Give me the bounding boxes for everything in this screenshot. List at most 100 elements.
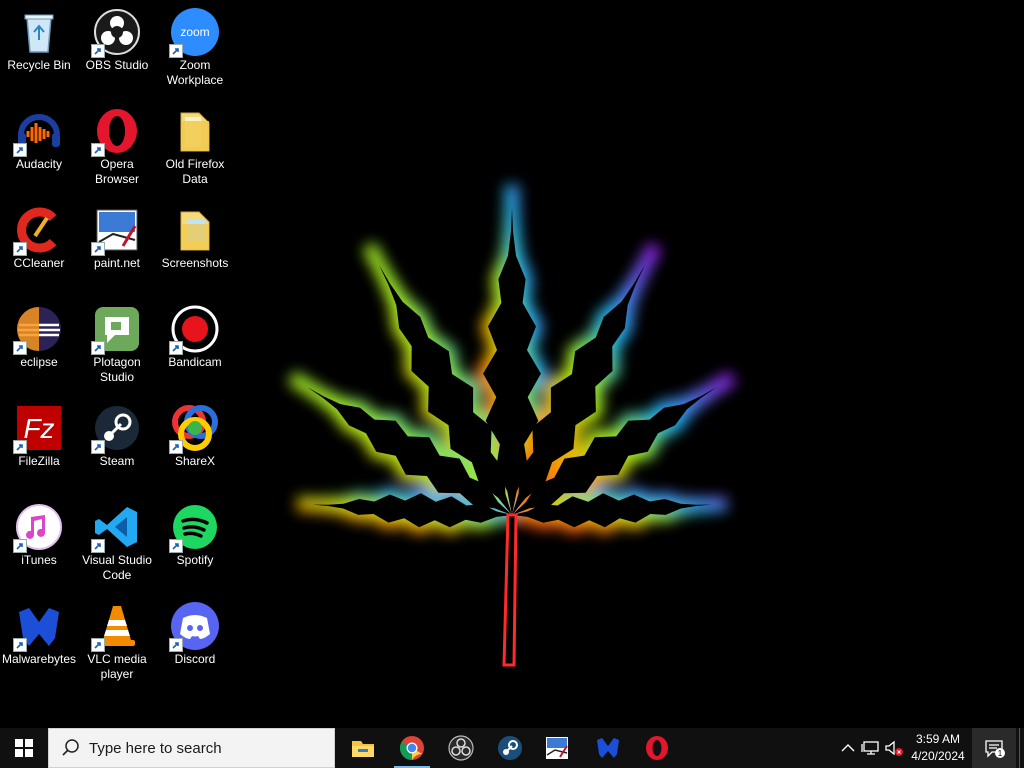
desktop-icon-bandicam[interactable]: Bandicam	[156, 299, 234, 370]
taskbar-malwarebytes[interactable]	[584, 728, 632, 768]
desktop-icon-label: OBS Studio	[85, 58, 149, 72]
shortcut-arrow-icon	[169, 539, 183, 553]
file-explorer-icon	[352, 741, 374, 757]
search-placeholder: Type here to search	[89, 739, 222, 757]
desktop-icon-label: FileZilla	[18, 454, 60, 468]
taskbar-paint-net[interactable]	[533, 728, 581, 768]
clock-time: 3:59 AM	[915, 732, 961, 746]
sharex-icon	[169, 404, 219, 454]
desktop-icon-recycle-bin[interactable]: Recycle Bin	[0, 2, 78, 73]
vscode-icon	[91, 503, 141, 553]
obs-studio-icon	[448, 735, 474, 761]
volume-muted-icon[interactable]	[884, 738, 904, 758]
folder-icon	[171, 206, 219, 254]
filezilla-icon: Fz	[13, 404, 63, 454]
taskbar-clock[interactable]: 3:59 AM 4/20/2024	[906, 728, 970, 768]
desktop-icon-label: eclipse	[20, 355, 58, 369]
desktop-icon-label: Spotify	[176, 553, 214, 567]
desktop-icon-paint-net[interactable]: paint.net	[78, 200, 156, 271]
shortcut-arrow-icon	[13, 440, 27, 454]
itunes-icon	[13, 503, 63, 553]
plotagon-icon	[91, 305, 141, 355]
desktop-icon-label: Opera Browser	[94, 157, 139, 186]
desktop-icon-label: Visual Studio Code	[82, 553, 152, 582]
shortcut-arrow-icon	[91, 341, 105, 355]
desktop-icon-label: Screenshots	[161, 256, 229, 270]
obs-studio-icon	[91, 8, 141, 58]
folder-icon	[171, 107, 219, 155]
desktop-icon-steam[interactable]: Steam	[78, 398, 156, 469]
notification-icon: 1	[985, 740, 1005, 758]
eclipse-icon	[13, 305, 63, 355]
audacity-icon	[13, 107, 63, 157]
network-icon[interactable]	[861, 738, 881, 758]
desktop-icon-screenshots[interactable]: Screenshots	[156, 200, 234, 271]
desktop[interactable]: Recycle Bin OBS Studio zoom Zoom Workpla…	[0, 0, 1024, 728]
desktop-icon-plotagon-studio[interactable]: Plotagon Studio	[78, 299, 156, 385]
discord-icon	[169, 602, 219, 652]
action-center-button[interactable]: 1	[972, 728, 1016, 768]
shortcut-arrow-icon	[13, 242, 27, 256]
shortcut-arrow-icon	[169, 341, 183, 355]
desktop-icon-label: Zoom Workplace	[166, 58, 224, 87]
paint-net-icon	[91, 206, 141, 256]
desktop-icon-label: Malwarebytes	[1, 652, 77, 666]
desktop-icon-spotify[interactable]: Spotify	[156, 497, 234, 568]
desktop-icon-label: Audacity	[15, 157, 63, 171]
desktop-icon-opera[interactable]: Opera Browser	[78, 101, 156, 187]
desktop-icon-label: paint.net	[93, 256, 141, 270]
shortcut-arrow-icon	[91, 638, 105, 652]
shortcut-arrow-icon	[91, 143, 105, 157]
desktop-icon-label: Steam	[99, 454, 135, 468]
svg-text:zoom: zoom	[180, 25, 209, 39]
ccleaner-icon	[13, 206, 63, 256]
svg-text:Fz: Fz	[23, 413, 54, 444]
taskbar-chrome[interactable]	[388, 728, 436, 768]
desktop-icon-sharex[interactable]: ShareX	[156, 398, 234, 469]
notification-count: 1	[998, 749, 1003, 758]
desktop-icon-itunes[interactable]: iTunes	[0, 497, 78, 568]
show-desktop-button[interactable]	[1019, 728, 1024, 768]
opera-icon	[91, 107, 141, 157]
desktop-icon-label: Old Firefox Data	[165, 157, 225, 186]
malwarebytes-icon	[13, 602, 63, 652]
desktop-icon-label: CCleaner	[13, 256, 65, 270]
shortcut-arrow-icon	[91, 242, 105, 256]
taskbar-opera[interactable]	[633, 728, 681, 768]
taskbar-obs-studio[interactable]	[437, 728, 485, 768]
start-button[interactable]	[0, 728, 48, 768]
desktop-icon-label: VLC media player	[87, 652, 147, 681]
desktop-icon-label: Recycle Bin	[7, 58, 71, 72]
desktop-icon-eclipse[interactable]: eclipse	[0, 299, 78, 370]
desktop-icon-vscode[interactable]: Visual Studio Code	[78, 497, 156, 583]
desktop-icon-label: iTunes	[21, 553, 57, 567]
shortcut-arrow-icon	[169, 44, 183, 58]
paint-net-icon	[546, 737, 568, 759]
desktop-icon-filezilla[interactable]: Fz FileZilla	[0, 398, 78, 469]
spotify-icon	[169, 503, 219, 553]
shortcut-arrow-icon	[13, 341, 27, 355]
desktop-icon-malwarebytes[interactable]: Malwarebytes	[0, 596, 78, 667]
taskbar-file-explorer[interactable]	[339, 728, 387, 768]
desktop-icon-zoom[interactable]: zoom Zoom Workplace	[156, 2, 234, 88]
desktop-icon-vlc[interactable]: VLC media player	[78, 596, 156, 682]
desktop-icon-label: Bandicam	[168, 355, 222, 369]
desktop-icon-discord[interactable]: Discord	[156, 596, 234, 667]
desktop-icon-ccleaner[interactable]: CCleaner	[0, 200, 78, 271]
desktop-icon-label: Discord	[174, 652, 216, 666]
windows-logo-icon	[15, 739, 33, 757]
bandicam-icon	[169, 305, 219, 355]
steam-icon	[498, 736, 522, 760]
desktop-icon-audacity[interactable]: Audacity	[0, 101, 78, 172]
taskbar-search-box[interactable]: Type here to search	[48, 728, 335, 768]
desktop-icon-obs-studio[interactable]: OBS Studio	[78, 2, 156, 73]
shortcut-arrow-icon	[91, 44, 105, 58]
desktop-icon-old-firefox-data[interactable]: Old Firefox Data	[156, 101, 234, 187]
zoom-icon: zoom	[169, 8, 219, 58]
opera-icon	[646, 736, 668, 760]
show-hidden-icons-chevron-icon[interactable]	[838, 738, 858, 758]
taskbar-steam[interactable]	[486, 728, 534, 768]
vlc-icon	[91, 602, 141, 652]
shortcut-arrow-icon	[169, 440, 183, 454]
shortcut-arrow-icon	[91, 539, 105, 553]
